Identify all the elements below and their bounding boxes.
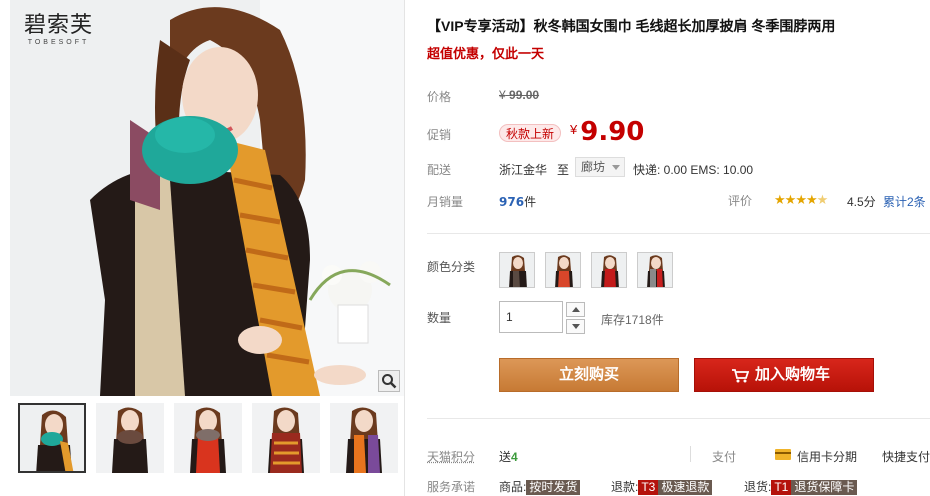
- magnifier-icon: [381, 373, 397, 389]
- quantity-increase-button[interactable]: [566, 302, 585, 317]
- promo-badge: 秋款上新: [499, 124, 561, 142]
- rating-score: 4.5分: [847, 193, 876, 210]
- product-gallery: 碧索芙 TOBESOFT: [0, 0, 410, 496]
- thumbnail-1[interactable]: [18, 403, 86, 473]
- price-area: 价格 ¥ 99.00 促销 秋款上新 ¥9.90 配送 浙江金华 至 廊坊 快递…: [405, 72, 930, 220]
- destination-city-select[interactable]: 廊坊: [575, 157, 625, 177]
- color-swatch-1[interactable]: [499, 252, 535, 288]
- zoom-button[interactable]: [378, 370, 400, 392]
- promise-refund[interactable]: 退款: T3 极速退款: [611, 478, 712, 495]
- payment-label: 支付: [712, 448, 736, 465]
- ship-from: 浙江金华: [499, 161, 547, 178]
- service-area: 天猫积分 送4 支付 信用卡分期 快捷支付 服务承诺 商品: 按时发货 退款: T3…: [405, 440, 930, 496]
- quantity-label: 数量: [427, 309, 451, 326]
- star-icon: ★: [806, 192, 817, 207]
- star-icon: ★: [785, 192, 796, 207]
- installment-link[interactable]: 信用卡分期: [797, 448, 857, 465]
- ship-to-label: 至: [557, 161, 569, 178]
- divider: [427, 233, 930, 234]
- model-illustration: [10, 0, 404, 396]
- half-star-icon: ★: [817, 192, 828, 207]
- points-value: 送4: [499, 448, 518, 465]
- quick-pay-link[interactable]: 快捷支付: [882, 448, 930, 465]
- rating-stars: ★★★★★: [774, 192, 827, 208]
- product-detail-panel: 【VIP专享活动】秋冬韩国女围巾 毛线超长加厚披肩 冬季围脖两用 超值优惠，仅此…: [404, 0, 930, 496]
- add-to-cart-label: 加入购物车: [755, 359, 830, 391]
- separator: [690, 446, 691, 462]
- chevron-down-icon: [612, 165, 620, 170]
- thumbnail-3[interactable]: [174, 403, 242, 473]
- product-title: 【VIP专享活动】秋冬韩国女围巾 毛线超长加厚披肩 冬季围脖两用: [427, 16, 835, 36]
- color-label: 颜色分类: [427, 258, 475, 275]
- star-icon: ★: [774, 192, 785, 207]
- quantity-input[interactable]: 1: [499, 301, 563, 333]
- cart-icon: [731, 368, 749, 383]
- review-count-link[interactable]: 累计2条: [883, 193, 926, 210]
- color-swatch-2[interactable]: [545, 252, 581, 288]
- promise-return[interactable]: 退货: T1 退货保障卡: [744, 478, 857, 495]
- color-swatch-4[interactable]: [637, 252, 673, 288]
- quantity-decrease-button[interactable]: [566, 319, 585, 334]
- promo-label: 促销: [427, 126, 451, 143]
- buy-now-button[interactable]: 立刻购买: [499, 358, 679, 392]
- star-icon: ★: [795, 192, 806, 207]
- thumbnail-4[interactable]: [252, 403, 320, 473]
- rating-label: 评价: [728, 192, 752, 209]
- shipping-label: 配送: [427, 161, 451, 178]
- divider: [427, 418, 930, 419]
- promise-goods[interactable]: 商品: 按时发货: [499, 478, 580, 495]
- promo-price: ¥9.90: [570, 117, 644, 147]
- color-swatch-3[interactable]: [591, 252, 627, 288]
- add-to-cart-button[interactable]: 加入购物车: [694, 358, 874, 392]
- credit-card-icon: [775, 449, 791, 460]
- price-label: 价格: [427, 88, 451, 105]
- points-label[interactable]: 天猫积分: [427, 448, 475, 465]
- product-subtitle: 超值优惠，仅此一天: [427, 43, 544, 62]
- thumbnail-2[interactable]: [96, 403, 164, 473]
- stock-count: 库存1718件: [601, 311, 664, 328]
- thumbnail-strip: [18, 403, 404, 475]
- service-promise-label: 服务承诺: [427, 478, 475, 495]
- monthly-sales-label: 月销量: [427, 193, 463, 210]
- shipping-fee: 快递: 0.00 EMS: 10.00: [633, 161, 753, 178]
- monthly-sales: 976件: [499, 193, 536, 210]
- main-product-image[interactable]: 碧索芙 TOBESOFT: [10, 0, 404, 396]
- original-price: ¥ 99.00: [499, 88, 539, 102]
- thumbnail-5[interactable]: [330, 403, 398, 473]
- brand-logo: 碧索芙 TOBESOFT: [24, 14, 93, 46]
